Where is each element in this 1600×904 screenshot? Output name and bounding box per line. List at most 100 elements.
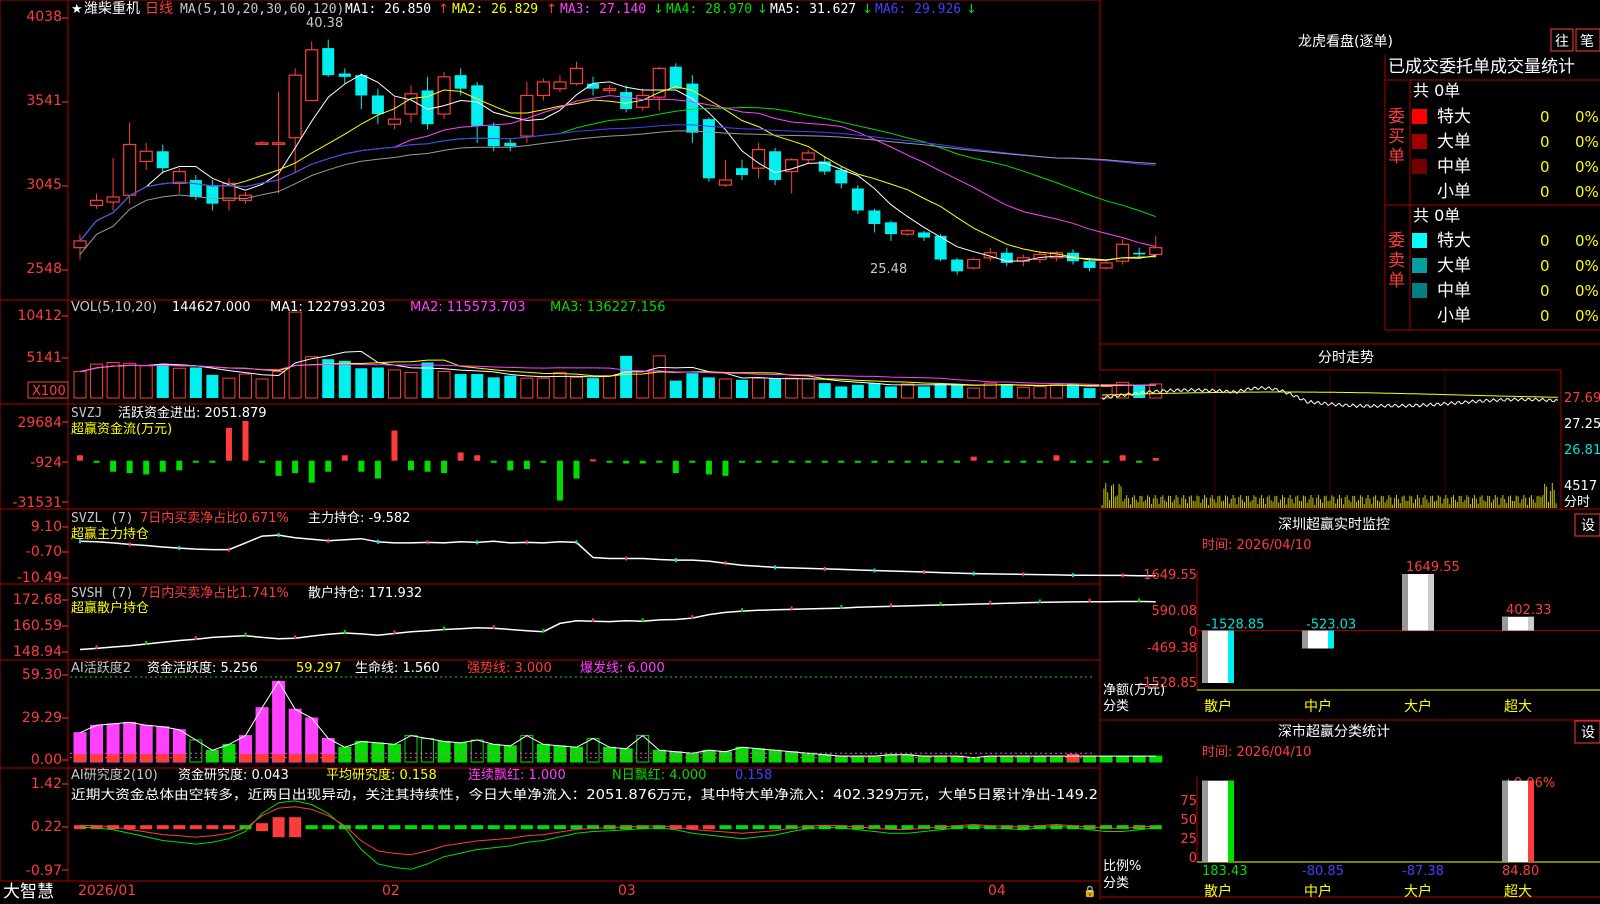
candle-body: [487, 125, 500, 147]
net-bar-shade: [1302, 630, 1308, 649]
vol-header: VOL(5,10,20) 144627.000 MA1: 122793.203 …: [71, 300, 665, 315]
kline-tick: 4038: [26, 9, 62, 25]
research-bar: [438, 825, 451, 830]
vol-bar: [520, 377, 534, 399]
research-bar: [289, 817, 302, 838]
fund-flow-bar: [341, 455, 348, 461]
ai2-header: AI研究度2(10) 资金研究度: 0.043 平均研究度: 0.158 连续飘…: [71, 767, 1098, 803]
candle-body: [620, 92, 633, 109]
period-label[interactable]: 日线: [145, 1, 173, 17]
kline-tick: 3045: [26, 177, 62, 193]
research-bar: [173, 825, 186, 830]
holding-marker: [194, 636, 197, 641]
fund-flow-bar: [540, 460, 547, 463]
vol-tick: 10412: [17, 308, 62, 324]
activity-bar: [338, 746, 352, 763]
candle-body: [520, 94, 534, 137]
tick-mode-button[interactable]: 往: [1555, 34, 1569, 50]
monitor-panel: 深圳超赢实时监控 设 时间: 2026/04/10 1649.55 590.08…: [1103, 513, 1600, 715]
classify-date: 时间: 2026/04/10: [1202, 745, 1311, 760]
lock-icon[interactable]: 🔒: [1083, 885, 1097, 898]
holding-marker: [989, 600, 992, 605]
fund-flow-bar: [739, 460, 745, 463]
sell-total: 共 0单: [1413, 206, 1460, 225]
holding-marker: [525, 540, 528, 545]
stock-name[interactable]: 潍柴重机: [84, 1, 140, 17]
holding-marker: [277, 533, 280, 538]
activity-bar: [1049, 755, 1063, 763]
sell-row-count: 0: [1540, 282, 1550, 300]
candle-body: [1149, 247, 1163, 256]
vol-bar: [587, 378, 600, 398]
net-bar-shade: [1502, 616, 1508, 631]
activity-bar: [619, 748, 633, 763]
candle-body: [769, 151, 782, 181]
ma3-value: MA3: 27.140: [560, 2, 646, 17]
group-char: 委: [1388, 231, 1405, 251]
classify-category: 散户: [1204, 883, 1232, 900]
svsh-y-axis: 172.68 160.59 148.94: [13, 592, 62, 660]
fund-flow-bar: [358, 460, 365, 472]
candle-body: [288, 74, 302, 139]
research-bar: [884, 825, 897, 830]
classify-settings-button[interactable]: 设: [1581, 725, 1595, 741]
fund-flow-bar: [904, 460, 911, 463]
vol-bar: [669, 380, 682, 398]
fund-flow-bar: [1003, 460, 1010, 463]
activity-bar: [205, 749, 219, 763]
holding-marker: [376, 539, 379, 544]
research-bar: [140, 825, 153, 830]
fund-flow-bar: [954, 460, 961, 463]
vol-bar: [1083, 388, 1096, 398]
sell-row-count: 0: [1540, 232, 1550, 250]
candle-body: [835, 169, 848, 184]
research-bar: [901, 825, 914, 830]
monitor-settings-button[interactable]: 设: [1581, 518, 1595, 534]
vol-bar: [404, 371, 418, 399]
buy-row-count: 0: [1540, 108, 1550, 126]
legend-swatch: [1412, 233, 1427, 248]
vol-bar: [123, 362, 137, 399]
vol-unit: X100: [32, 384, 66, 399]
holding-marker: [741, 608, 743, 613]
activity-bar: [189, 739, 203, 763]
activity-bar: [1000, 755, 1014, 763]
classify-y-axis: 75 50 25 0: [1180, 794, 1197, 866]
fund-flow-bar: [639, 460, 646, 464]
fund-flow-bar: [755, 460, 762, 463]
vol-bar: [868, 383, 881, 398]
candle-body: [918, 232, 931, 238]
vol-tick: 5141: [26, 350, 62, 366]
buy-row-pct: 0%: [1575, 108, 1599, 126]
fund-flow-bar: [1020, 460, 1027, 463]
net-bar-edge: [1428, 574, 1434, 631]
vol-bar: [437, 371, 451, 399]
classify-category: 中户: [1304, 883, 1332, 900]
research-bar: [322, 825, 335, 830]
holding-marker: [227, 547, 230, 552]
star-icon[interactable]: ★: [71, 2, 83, 17]
holding-marker: [923, 570, 926, 575]
ai2-tick: 1.42: [31, 776, 62, 792]
candle-body: [851, 188, 864, 211]
candle-body: [206, 185, 219, 204]
monitor-tick: 590.08: [1152, 604, 1198, 619]
ai1-tick: 0.00: [31, 752, 62, 768]
activity-bar: [570, 746, 583, 763]
svsh-label2: 散户持仓: 171.932: [308, 585, 422, 601]
trade-mode-button[interactable]: 笔: [1580, 34, 1594, 50]
svzj-tick: 29684: [17, 415, 62, 431]
ma4-value: MA4: 28.970: [666, 2, 752, 17]
sell-row-label: 中单: [1437, 281, 1471, 301]
activity-bar: [553, 745, 567, 763]
svzj-tick: -924: [30, 455, 62, 471]
ai2-label5: 0.158: [735, 768, 772, 783]
svzl-tick: 9.10: [31, 519, 62, 535]
activity-bar: [1149, 755, 1163, 763]
fund-flow-bar: [606, 460, 613, 463]
fund-flow-bar: [507, 460, 514, 471]
fund-flow-bar: [821, 460, 828, 463]
research-bar: [570, 825, 583, 830]
vol-bar: [487, 377, 500, 398]
ai1-chart: [70, 676, 1163, 763]
